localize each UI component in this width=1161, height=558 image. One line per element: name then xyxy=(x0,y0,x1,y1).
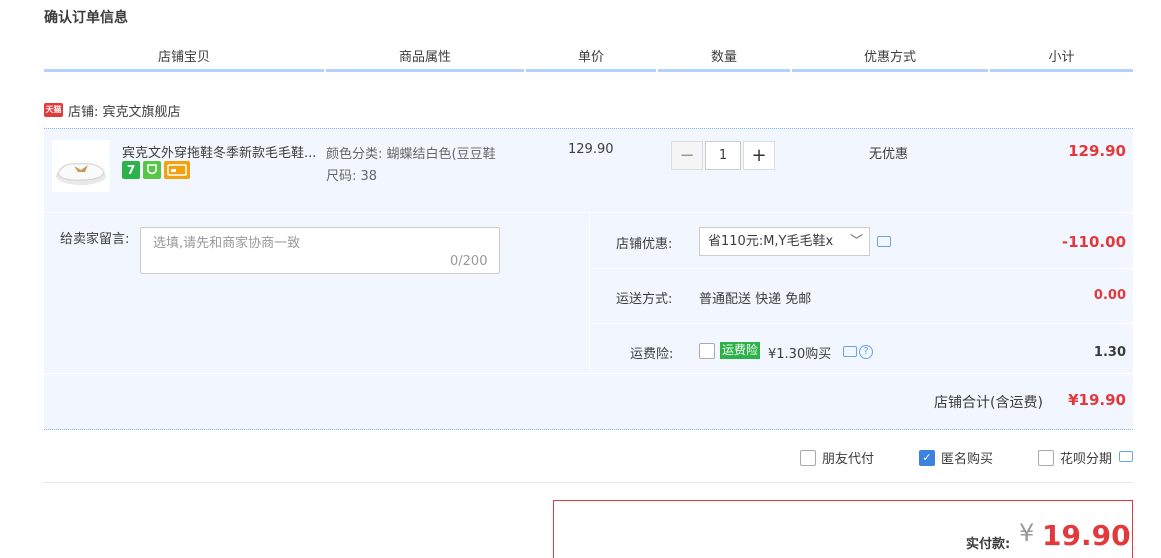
shop-name[interactable]: 店铺: 宾克文旗舰店 xyxy=(68,101,181,120)
guarantee-icon[interactable] xyxy=(143,161,161,179)
friend-pay-checkbox[interactable] xyxy=(800,449,816,466)
row-divider xyxy=(589,268,1133,269)
shop-discount-select[interactable]: 省110元:M,Y毛毛鞋x ﹀ xyxy=(699,227,870,256)
installment-checkbox[interactable] xyxy=(1038,449,1054,466)
shop-total-label: 店铺合计(含运费) xyxy=(934,395,1043,411)
order-item-row xyxy=(44,128,1133,212)
increase-button[interactable]: + xyxy=(743,141,775,170)
col-discount: 优惠方式 xyxy=(792,48,988,72)
col-attributes: 商品属性 xyxy=(326,48,524,72)
row-divider xyxy=(589,323,1133,324)
col-subtotal: 小计 xyxy=(990,48,1133,72)
installment-option[interactable]: 花呗分期 xyxy=(1038,448,1112,467)
anonymous-label: 匿名购买 xyxy=(941,452,994,467)
size-attribute: 尺码: 38 xyxy=(326,169,378,184)
quantity-stepper: − 1 + xyxy=(671,141,775,170)
service-icons: 7 xyxy=(122,161,190,179)
shop-discount-label: 店铺优惠: xyxy=(616,237,673,252)
shop-total-amount: ¥19.90 xyxy=(1068,391,1126,409)
insurance-amount: 1.30 xyxy=(1093,345,1126,360)
tmall-icon: 天猫 xyxy=(44,103,63,117)
shop-row: 天猫 店铺: 宾克文旗舰店 xyxy=(44,100,181,120)
seller-message-label: 给卖家留言: xyxy=(60,232,130,247)
installment-label: 花呗分期 xyxy=(1060,452,1113,467)
decrease-button[interactable]: − xyxy=(671,141,703,170)
col-unit-price: 单价 xyxy=(526,48,656,72)
shipping-method: 普通配送 快递 免邮 xyxy=(699,292,812,307)
help-icon[interactable]: ? xyxy=(859,345,873,359)
chat-icon[interactable] xyxy=(1119,451,1133,462)
chat-icon[interactable] xyxy=(843,346,857,357)
color-attribute: 颜色分类: 蝴蝶结白色(豆豆鞋 xyxy=(326,147,496,162)
seller-message-count: 0/200 xyxy=(450,254,488,269)
seven-day-return-icon[interactable]: 7 xyxy=(122,161,140,179)
insurance-badge: 运费险 xyxy=(720,342,761,359)
product-thumbnail[interactable] xyxy=(52,140,110,192)
chevron-down-icon: ﹀ xyxy=(849,234,863,249)
payment-label: 实付款: xyxy=(966,537,1011,552)
anonymous-checkbox[interactable]: ✓ xyxy=(919,449,935,466)
shop-discount-amount: -110.00 xyxy=(1061,233,1126,251)
currency-symbol: ¥ xyxy=(1019,519,1035,547)
shipping-label: 运送方式: xyxy=(616,292,673,307)
shop-discount-value: 省110元:M,Y毛毛鞋x xyxy=(708,234,834,249)
page-title: 确认订单信息 xyxy=(44,10,128,26)
row-divider xyxy=(44,373,1133,374)
item-subtotal: 129.90 xyxy=(1068,142,1126,160)
seller-message-placeholder: 选填,请先和商家协商一致 xyxy=(153,236,301,251)
anonymous-option[interactable]: ✓ 匿名购买 xyxy=(919,448,993,467)
friend-pay-option[interactable]: 朋友代付 xyxy=(800,448,874,467)
payment-amount: 19.90 xyxy=(1042,519,1131,552)
chat-icon[interactable] xyxy=(877,236,891,247)
insurance-label: 运费险: xyxy=(630,347,674,362)
friend-pay-label: 朋友代付 xyxy=(822,452,875,467)
product-title[interactable]: 宾克文外穿拖鞋冬季新款毛毛鞋... xyxy=(122,142,322,161)
quantity-input[interactable]: 1 xyxy=(705,141,741,170)
panel-divider xyxy=(589,213,590,373)
divider xyxy=(44,482,1133,483)
shipping-amount: 0.00 xyxy=(1093,288,1126,303)
insurance-checkbox[interactable] xyxy=(699,343,715,359)
unit-price: 129.90 xyxy=(568,142,614,157)
card-icon[interactable] xyxy=(164,161,190,179)
insurance-price: ¥1.30购买 xyxy=(768,347,832,362)
item-discount: 无优惠 xyxy=(869,147,909,162)
column-header: 店铺宝贝 商品属性 单价 数量 优惠方式 小计 xyxy=(44,48,1133,72)
col-item: 店铺宝贝 xyxy=(44,48,324,72)
col-quantity: 数量 xyxy=(658,48,790,72)
